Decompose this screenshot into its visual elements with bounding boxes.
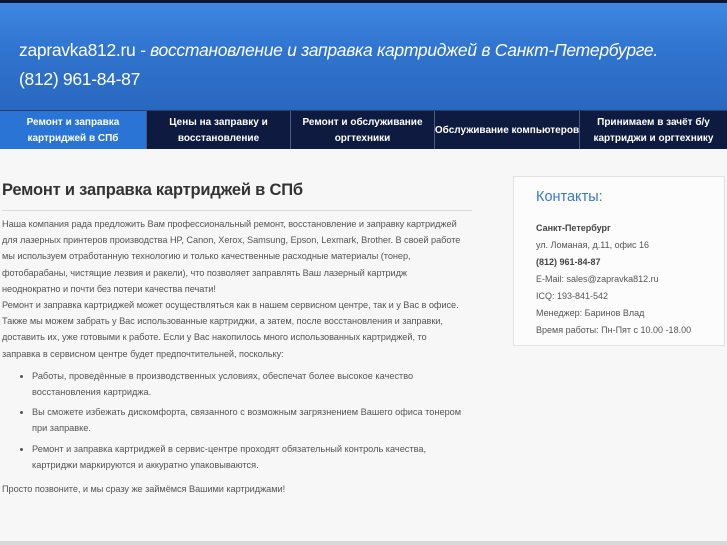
contact-hours: Время работы: Пн-Пят с 10.00 -18.00 bbox=[536, 325, 692, 335]
nav-item-trade-in[interactable]: Принимаем в зачёт б/у картриджи и оргтех… bbox=[580, 111, 727, 150]
contact-phone: (812) 961-84-87 bbox=[536, 257, 601, 267]
intro-line: заправка в сервисном центре будет предпо… bbox=[2, 348, 284, 359]
contacts-list: Санкт-Петербург ул. Ломаная, д.11, офис … bbox=[536, 220, 691, 339]
nav-item-label: Принимаем в зачёт б/у картриджи и оргтех… bbox=[593, 116, 714, 144]
list-item: Работы, проведённые в производственных у… bbox=[32, 368, 472, 400]
main-navigation: Ремонт и заправка картриджей в СПб Цены … bbox=[0, 110, 727, 150]
list-item-text: картриджи маркируются и аккуратно упаков… bbox=[32, 459, 259, 470]
nav-item-label: Обслуживание компьютеров bbox=[434, 124, 580, 136]
nav-item-label: Ремонт и обслуживание оргтехники bbox=[302, 116, 423, 144]
nav-item-label: Цены на заправку и восстановление bbox=[169, 116, 268, 144]
page-title: Ремонт и заправка картриджей в СПб bbox=[2, 181, 303, 199]
nav-item-cartridge-repair[interactable]: Ремонт и заправка картриджей в СПб bbox=[0, 111, 147, 150]
contact-email[interactable]: E-Mail: sales@zapravka812.ru bbox=[536, 271, 691, 288]
content-area: Ремонт и заправка картриджей в СПб Наша … bbox=[0, 149, 727, 545]
title-divider bbox=[2, 210, 472, 211]
intro-line: Также мы можем забрать у Вас использован… bbox=[2, 316, 443, 327]
contact-icq: ICQ: 193-841-542 bbox=[536, 291, 609, 301]
contact-city: Санкт-Петербург bbox=[536, 223, 611, 233]
intro-line: мы используем отработанную технологию и … bbox=[2, 251, 411, 262]
list-item-text: Работы, проведённые в производственных у… bbox=[32, 370, 414, 381]
contacts-title: Контакты: bbox=[536, 189, 603, 205]
intro-line: доставить их, уже готовыми к работе. Есл… bbox=[2, 332, 427, 343]
list-item-text: Ремонт и заправка картриджей в сервис-це… bbox=[32, 443, 427, 454]
site-tagline: - восстановление и заправка картриджей в… bbox=[135, 40, 658, 60]
contacts-panel: Контакты: Санкт-Петербург ул. Ломаная, д… bbox=[513, 176, 725, 346]
intro-line: неоднократно и почти без потери качества… bbox=[2, 283, 216, 294]
contact-address: ул. Ломаная, д.11, офис 16 bbox=[536, 240, 650, 250]
header-phone: (812) 961-84-87 bbox=[19, 69, 140, 89]
nav-item-label: Ремонт и заправка картриджей в СПб bbox=[26, 116, 120, 144]
site-title: zapravka812.ru - восстановление и заправ… bbox=[19, 40, 658, 61]
bottom-border bbox=[0, 541, 727, 545]
closing-text: Просто позвоните, и мы сразу же займёмся… bbox=[2, 484, 286, 495]
intro-line: для лазерных принтеров производства HP, … bbox=[2, 235, 461, 246]
features-list: Работы, проведённые в производственных у… bbox=[2, 368, 472, 473]
list-item-text: Вы сможете избежать дискомфорта, связанн… bbox=[32, 407, 462, 418]
nav-item-computer-service[interactable]: Обслуживание компьютеров bbox=[435, 111, 580, 150]
intro-text: Наша компания рада предложить Вам профес… bbox=[2, 216, 472, 362]
site-brand-link[interactable]: zapravka812.ru bbox=[19, 40, 136, 60]
list-item: Ремонт и заправка картриджей в сервис-це… bbox=[32, 441, 472, 473]
nav-item-office-equipment[interactable]: Ремонт и обслуживание оргтехники bbox=[291, 111, 435, 150]
nav-item-prices[interactable]: Цены на заправку и восстановление bbox=[147, 111, 291, 150]
intro-line: Наша компания рада предложить Вам профес… bbox=[2, 219, 457, 229]
site-header: zapravka812.ru - восстановление и заправ… bbox=[0, 3, 727, 110]
intro-line: Ремонт и заправка картриджей может осуще… bbox=[2, 300, 459, 311]
intro-line: фотобарабаны, чистящие лезвия и ракели),… bbox=[2, 267, 408, 278]
main-article: Ремонт и заправка картриджей в СПб Наша … bbox=[2, 181, 472, 497]
list-item-text: восстановления картриджа. bbox=[32, 387, 152, 398]
list-item-text: при заправке. bbox=[32, 423, 91, 434]
contact-manager: Менеджер: Баринов Влад bbox=[536, 308, 645, 318]
list-item: Вы сможете избежать дискомфорта, связанн… bbox=[32, 404, 472, 436]
